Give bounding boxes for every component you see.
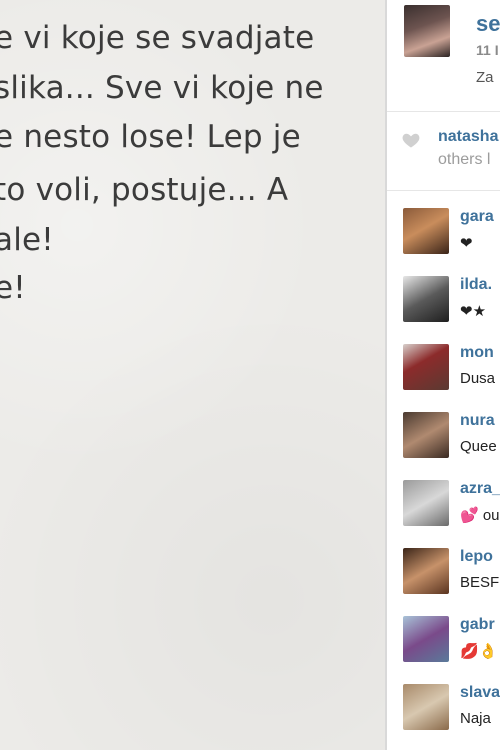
commenter-avatar[interactable]	[403, 684, 449, 730]
commenter-avatar[interactable]	[403, 548, 449, 594]
comment-item: gabr 💋👌	[387, 614, 500, 680]
comment-item: gara ❤	[387, 206, 500, 272]
post-photo: e vi koje se svadjate slika... Sve vi ko…	[0, 0, 385, 750]
commenter-username[interactable]: azra_	[460, 480, 500, 498]
comment-text: 💕 ou	[460, 507, 500, 524]
comment-item: lepo BESF	[387, 546, 500, 612]
comment-text: Naja	[460, 710, 491, 727]
photo-text-line: e nesto lose! Lep je	[0, 119, 301, 155]
commenter-username[interactable]: gabr	[460, 616, 495, 634]
comment-text: ❤	[460, 235, 473, 252]
commenter-avatar[interactable]	[403, 344, 449, 390]
photo-text-line: e!	[0, 270, 26, 306]
comment-text: Dusa	[460, 370, 496, 387]
liker-username[interactable]: natasha	[438, 128, 498, 146]
heart-icon[interactable]	[401, 130, 421, 150]
commenter-username[interactable]: slava	[460, 684, 500, 702]
commenter-username[interactable]: lepo	[460, 548, 493, 566]
likes-others-text[interactable]: others l	[438, 151, 490, 169]
commenter-avatar[interactable]	[403, 208, 449, 254]
comment-text: ❤★	[460, 303, 487, 320]
author-username[interactable]: se	[476, 11, 500, 37]
photo-text-line: ale!	[0, 222, 54, 258]
comment-text: BESF	[460, 574, 500, 591]
comment-item: ilda. ❤★	[387, 274, 500, 340]
commenter-username[interactable]: mon	[460, 344, 494, 362]
commenter-username[interactable]: gara	[460, 208, 494, 226]
commenter-avatar[interactable]	[403, 276, 449, 322]
post-date: 11 I	[476, 42, 499, 58]
photo-text-line: e vi koje se svadjate	[0, 20, 315, 56]
photo-text-line: to voli, postuje... A	[0, 172, 289, 208]
commenter-username[interactable]: ilda.	[460, 276, 492, 294]
commenter-username[interactable]: nura	[460, 412, 495, 430]
comment-text: 💋👌	[460, 643, 498, 660]
comment-item: azra_ 💕 ou	[387, 478, 500, 544]
comment-item: mon Dusa	[387, 342, 500, 408]
comment-item: slava Naja	[387, 682, 500, 748]
commenter-avatar[interactable]	[403, 480, 449, 526]
comment-text: Quee	[460, 438, 497, 455]
photo-text-line: slika... Sve vi koje ne	[0, 70, 324, 106]
post-caption: Za	[476, 69, 494, 86]
commenter-avatar[interactable]	[403, 412, 449, 458]
author-avatar[interactable]	[404, 5, 450, 57]
commenter-avatar[interactable]	[403, 616, 449, 662]
comment-item: nura Quee	[387, 410, 500, 476]
